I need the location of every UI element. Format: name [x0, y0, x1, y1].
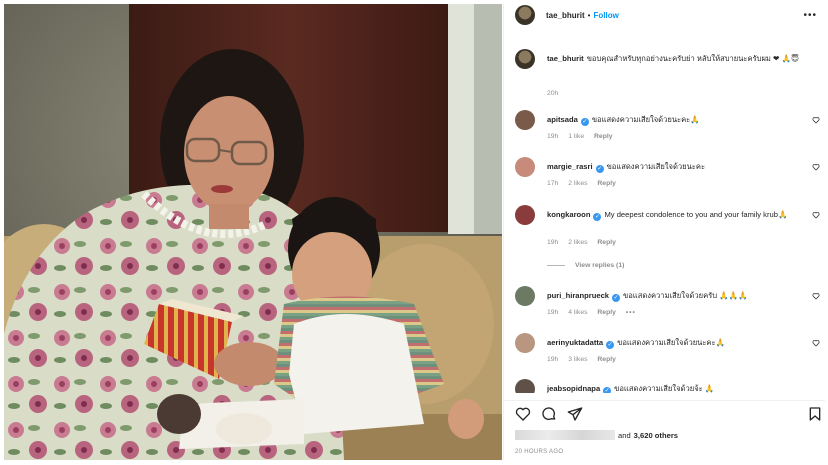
- more-options-icon[interactable]: •••: [803, 10, 817, 21]
- reply-button[interactable]: Reply: [597, 180, 616, 187]
- comment-bubble-icon[interactable]: [541, 406, 557, 422]
- comment-avatar[interactable]: [515, 110, 535, 130]
- comment-username[interactable]: puri_hiranprueck: [547, 291, 609, 300]
- comment-text: ขอแสดงความเสียใจด้วยนะคะ🙏: [591, 115, 700, 124]
- comment-body: kongkaroon ✓ My deepest condolence to you …: [547, 209, 799, 221]
- comment-username[interactable]: margie_rasri: [547, 162, 593, 171]
- view-replies-label[interactable]: View replies (1): [575, 262, 624, 269]
- verified-badge-icon: ✓: [603, 387, 612, 393]
- comment-username[interactable]: jeabsopidnapa: [547, 384, 600, 393]
- comment-text: ขอแสดงความเสียใจด้วยนะคะ🙏: [617, 338, 726, 347]
- verified-badge-icon: ✓: [595, 165, 604, 173]
- verified-badge-icon: ✓: [612, 294, 621, 302]
- likes-summary[interactable]: and 3,620 others: [515, 429, 681, 441]
- comment-avatar[interactable]: [515, 205, 535, 225]
- post-header: tae_bhurit • Follow •••: [504, 4, 825, 26]
- comment-body: margie_rasri ✓ ขอแสดงความเสียใจด้วยนะคะ: [547, 161, 799, 173]
- follow-button[interactable]: Follow: [593, 11, 618, 20]
- comment-time: 19h: [547, 309, 559, 316]
- comment-avatar[interactable]: [515, 333, 535, 353]
- verified-badge-icon: ✓: [580, 118, 589, 126]
- reply-button[interactable]: Reply: [594, 133, 613, 140]
- photo-illustration: [4, 4, 502, 460]
- comment-likes[interactable]: 3 likes: [568, 356, 587, 363]
- comment-meta: 19h 1 like Reply: [547, 133, 621, 140]
- comment-meta: 17h 2 likes Reply: [547, 180, 624, 187]
- share-send-icon[interactable]: [567, 406, 583, 422]
- caption-text: ขอบคุณสำหรับทุกอย่างนะครับย่า หลับให้สบา…: [586, 54, 799, 63]
- comment-time: 17h: [547, 180, 559, 187]
- comment-text: ขอแสดงความเสียใจด้วยจ้ะ 🙏: [614, 384, 715, 393]
- comment-body: jeabsopidnapa ✓ ขอแสดงความเสียใจด้วยจ้ะ 🙏: [547, 383, 799, 393]
- comment-avatar[interactable]: [515, 157, 535, 177]
- comment-time: 19h: [547, 239, 559, 246]
- comment-username[interactable]: kongkaroon: [547, 210, 590, 219]
- separator-dot: •: [587, 10, 591, 20]
- comment-likes[interactable]: 2 likes: [568, 239, 587, 246]
- comment-avatar[interactable]: [515, 286, 535, 306]
- blurred-liker-names: [515, 430, 615, 440]
- comment-body: aerinyuktadatta ✓ ขอแสดงความเสียใจด้วยนะคะ…: [547, 337, 799, 349]
- verified-badge-icon: ✓: [593, 213, 602, 221]
- reply-button[interactable]: Reply: [597, 356, 616, 363]
- comment-body: apitsada ✓ ขอแสดงความเสียใจด้วยนะคะ🙏: [547, 114, 799, 126]
- comment-likes[interactable]: 1 like: [568, 133, 584, 140]
- comment-more-icon[interactable]: •••: [626, 309, 636, 316]
- post-timestamp: 20 HOURS AGO: [515, 449, 564, 455]
- comments-list[interactable]: tae_bhurit ขอบคุณสำหรับทุกอย่างนะครับย่า …: [504, 37, 825, 393]
- comment-likes[interactable]: 4 likes: [568, 309, 587, 316]
- caption-time: 20h: [547, 90, 559, 97]
- view-replies-button[interactable]: View replies (1): [547, 262, 624, 269]
- comment-text: ขอแสดงความเสียใจด้วยนะคะ: [606, 162, 706, 171]
- comment-username[interactable]: apitsada: [547, 115, 578, 124]
- reply-button[interactable]: Reply: [597, 239, 616, 246]
- like-heart-icon[interactable]: [515, 406, 531, 422]
- likes-and: and: [618, 430, 631, 440]
- verified-badge-icon: ✓: [606, 341, 615, 349]
- comment-likes[interactable]: 2 likes: [568, 180, 587, 187]
- author-username[interactable]: tae_bhurit: [546, 11, 585, 20]
- reply-button[interactable]: Reply: [597, 309, 616, 316]
- comment-meta: 19h 4 likes Reply •••: [547, 309, 644, 316]
- comment-username[interactable]: aerinyuktadatta: [547, 338, 603, 347]
- save-bookmark-icon[interactable]: [807, 406, 823, 422]
- comments-scrollbar[interactable]: [810, 26, 814, 396]
- likes-count[interactable]: 3,620 others: [634, 431, 678, 440]
- comment-meta: 19h 2 likes Reply: [547, 239, 624, 246]
- caption-avatar[interactable]: [515, 49, 535, 69]
- comment-time: 19h: [547, 133, 559, 140]
- comment-body: puri_hiranprueck ✓ ขอแสดงความเสียใจด้วยครั…: [547, 290, 799, 302]
- author-avatar[interactable]: [515, 5, 535, 25]
- comment-meta: 19h 3 likes Reply: [547, 356, 624, 363]
- action-bar: [504, 400, 825, 424]
- comments-panel: tae_bhurit • Follow ••• tae_bhurit ขอบคุณ…: [503, 4, 825, 460]
- comment-text: ขอแสดงความเสียใจด้วยครับ 🙏🙏🙏: [623, 291, 748, 300]
- comment-time: 19h: [547, 356, 559, 363]
- comment-avatar[interactable]: [515, 379, 535, 393]
- post-photo[interactable]: [4, 4, 502, 460]
- caption-meta: 20h: [547, 90, 566, 97]
- caption-username[interactable]: tae_bhurit: [547, 54, 584, 63]
- caption-body: tae_bhurit ขอบคุณสำหรับทุกอย่างนะครับย่า …: [547, 53, 799, 64]
- comment-text: My deepest condolence to you and your fa…: [604, 210, 788, 219]
